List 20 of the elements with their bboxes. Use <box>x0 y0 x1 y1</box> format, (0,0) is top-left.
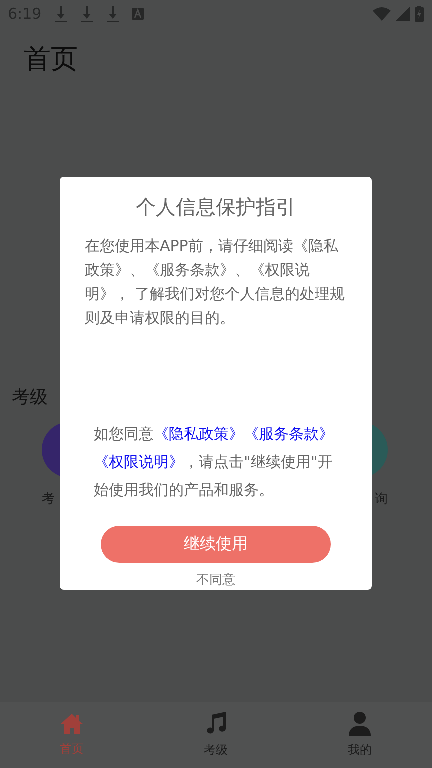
app-notification-icon <box>132 8 144 20</box>
policy-link[interactable]: 《隐私政策》 <box>154 425 244 443</box>
page-title: 首页 <box>24 43 79 77</box>
home-icon <box>60 712 84 734</box>
decline-link[interactable]: 不同意 <box>196 571 236 589</box>
dialog-title: 个人信息保护指引 <box>136 194 296 220</box>
download-icon <box>80 6 94 22</box>
consent-paragraph: 如您同意《隐私政策》《服务条款》 《权限说明》，请点击"继续使用"开始使用我们的产品和服务。 <box>94 424 335 501</box>
continue-button[interactable]: 继续使用 <box>101 526 331 563</box>
wifi-icon <box>373 7 391 21</box>
person-icon <box>349 712 371 736</box>
download-icon <box>106 6 120 22</box>
intro-paragraph: 在您使用本APP前，请仔细阅读《隐私政策》、《服务条款》、《权限说明》， 了解我们对您个人信息的处理规则及申请权限的目的。 <box>85 236 346 329</box>
policy-link[interactable]: 《权限说明》 <box>94 453 184 471</box>
battery-icon <box>415 6 424 22</box>
download-icon <box>54 6 68 22</box>
music-note-icon <box>205 712 227 736</box>
policy-link[interactable]: 《服务条款》 <box>244 425 334 443</box>
section-title: 考级 <box>12 386 49 410</box>
signal-icon <box>396 7 410 21</box>
